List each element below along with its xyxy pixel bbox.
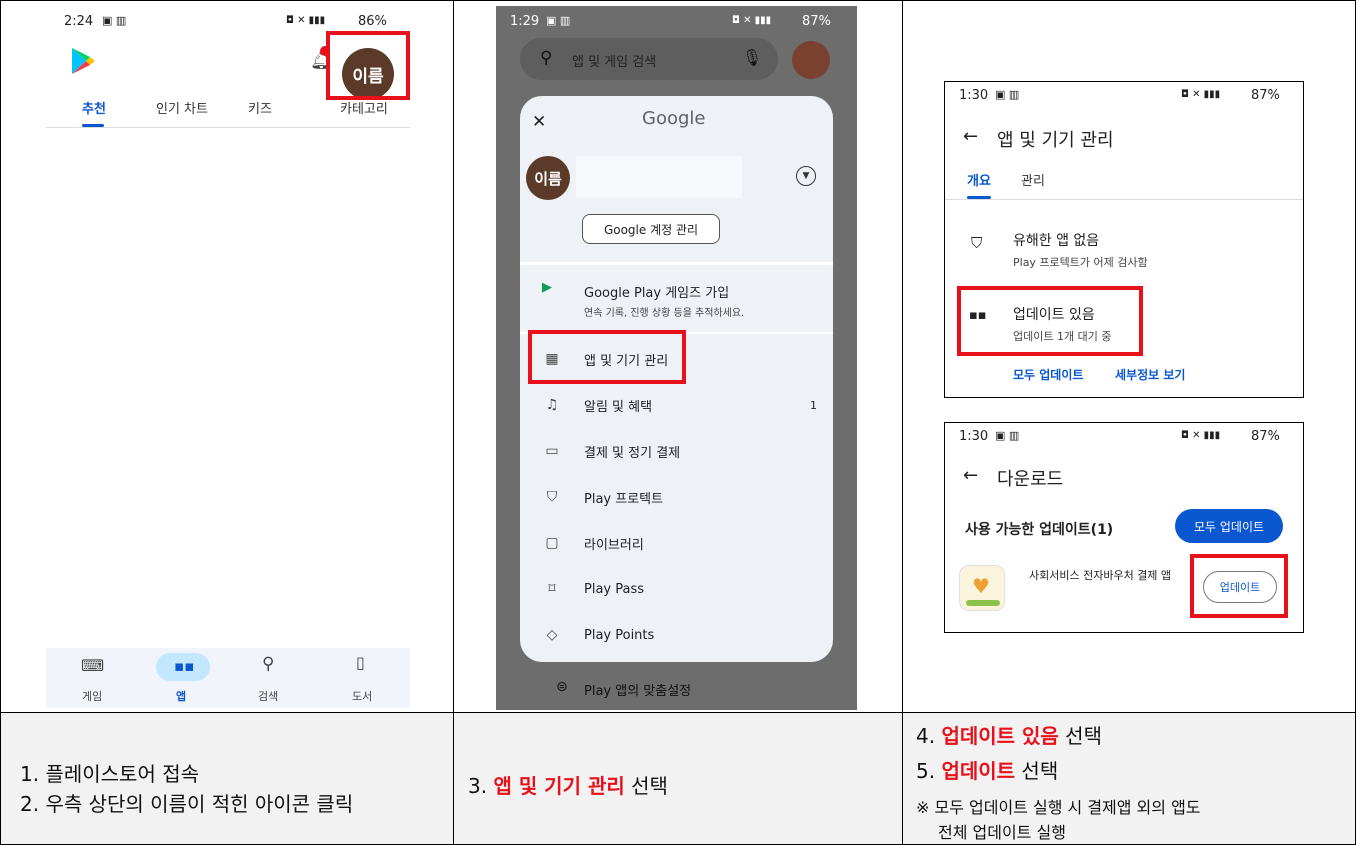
tab-divider [945, 199, 1303, 200]
notification-count: 1 [810, 398, 817, 412]
menu-item-payments[interactable]: ▭ 결제 및 정기 결제 [520, 428, 833, 474]
tab-categories[interactable]: 카테고리 [340, 98, 388, 117]
caption-step3: 3. 앱 및 기기 관리 선택 [468, 774, 668, 798]
caption-step3-highlight: 앱 및 기기 관리 [493, 774, 625, 798]
caption-note-line2: 전체 업데이트 실행 [938, 823, 1066, 842]
play-store-logo-icon [72, 48, 95, 74]
caption-step5-highlight: 업데이트 [941, 759, 1016, 783]
search-icon[interactable]: ⚲ [262, 654, 274, 674]
available-updates-label: 사용 가능한 업데이트(1) [965, 522, 1114, 538]
app-name: 사회서비스 전자바우처 결제 앱 [1029, 569, 1172, 582]
status-battery: 86% [358, 14, 387, 29]
tab-recommended[interactable]: 추천 [82, 98, 106, 117]
menu-item-play-pass[interactable]: ⌑ Play Pass [520, 566, 833, 612]
search-icon: ⚲ [540, 48, 553, 68]
grass-icon [966, 600, 1000, 606]
shield-icon: ⛉ [546, 489, 558, 505]
books-icon[interactable]: ▯ [356, 653, 365, 672]
menu-item-play-points[interactable]: ◇ Play Points [520, 612, 833, 658]
grid-left [0, 0, 1, 845]
highlight-manage-apps [528, 330, 686, 384]
protect-subtitle: Play 프로텍트가 어제 검사함 [1013, 256, 1148, 269]
games-icon[interactable]: ⌨ [81, 656, 104, 675]
tab-divider [46, 127, 410, 128]
status-icons-right: ◘ ✕ ▮▮▮ [286, 15, 326, 26]
folder-icon: ▢ [545, 535, 559, 551]
status-icons-right: ◘ ✕ ▮▮▮ [1181, 89, 1221, 100]
status-icons-right: ◘ ✕ ▮▮▮ [732, 15, 772, 26]
highlight-avatar [326, 31, 410, 100]
status-icons-left: ▣ ▥ [995, 88, 1020, 101]
diamond-icon: ◇ [546, 627, 558, 643]
grid-row-divider [0, 712, 1356, 713]
mic-icon[interactable]: 🎙︎ [742, 48, 762, 67]
back-arrow-icon[interactable]: ← [963, 465, 978, 486]
games-title[interactable]: Google Play 게임즈 가입 [584, 282, 729, 301]
tab-kids[interactable]: 키즈 [248, 98, 272, 117]
page-title: 앱 및 기기 관리 [997, 130, 1114, 151]
caption-step1: 1. 플레이스토어 접속 [20, 762, 199, 786]
caption-step5: 5. 업데이트 선택 [916, 759, 1059, 783]
back-arrow-icon[interactable]: ← [963, 126, 978, 147]
sheet-title: Google [642, 108, 706, 129]
status-battery: 87% [802, 14, 831, 29]
grid-col1 [453, 0, 454, 845]
caption-step4: 4. 업데이트 있음 선택 [916, 724, 1102, 748]
menu-list: ▦ 앱 및 기기 관리 ♫ 알림 및 혜택 1 ▭ 결제 및 정기 결제 ⛉ Play 프… [520, 336, 833, 658]
status-time: 1:30 [959, 88, 989, 103]
shield-icon: ⛉ [971, 234, 983, 252]
tab-manage[interactable]: 관리 [1021, 170, 1045, 189]
status-time: 1:30 [959, 429, 989, 444]
update-all-button[interactable]: 모두 업데이트 [1175, 509, 1283, 543]
status-time: 1:29 [510, 14, 540, 29]
grid-col2 [902, 0, 903, 845]
ticket-icon: ⌑ [548, 581, 556, 597]
bell-icon: ♫ [545, 397, 559, 413]
status-icons-left: ▣ ▥ [102, 14, 127, 27]
caption-step2: 2. 우측 상단의 이름이 적힌 아이콘 클릭 [20, 792, 354, 816]
avatar-small[interactable] [792, 41, 830, 79]
account-name-blank [576, 156, 742, 198]
account-avatar[interactable]: 이름 [526, 156, 570, 200]
menu-item-library[interactable]: ▢ 라이브러리 [520, 520, 833, 566]
nav-apps-label[interactable]: 앱 [176, 688, 186, 704]
details-link[interactable]: 세부정보 보기 [1115, 366, 1185, 383]
status-icons-left: ▣ ▥ [546, 14, 571, 27]
status-battery: 87% [1251, 429, 1280, 444]
status-icons-left: ▣ ▥ [995, 429, 1020, 442]
nav-books-label[interactable]: 도서 [352, 688, 372, 704]
card-icon: ▭ [545, 443, 559, 459]
tab-overview[interactable]: 개요 [967, 170, 991, 189]
menu-item-play-protect[interactable]: ⛉ Play 프로텍트 [520, 474, 833, 520]
section-divider [520, 262, 833, 265]
search-placeholder: 앱 및 게임 검색 [572, 55, 657, 70]
grid-top [0, 0, 1356, 1]
status-icons-right: ◘ ✕ ▮▮▮ [1181, 430, 1221, 441]
manage-account-button[interactable]: Google 계정 관리 [582, 214, 720, 244]
tab-top-charts[interactable]: 인기 차트 [156, 98, 208, 117]
play-games-icon: ▶ [542, 280, 552, 295]
update-all-link[interactable]: 모두 업데이트 [1013, 366, 1083, 383]
personalize-icon: ⊜ [556, 679, 568, 695]
protect-title[interactable]: 유해한 앱 없음 [1013, 230, 1099, 250]
page-title: 다운로드 [997, 469, 1064, 490]
heart-icon: ♥ [972, 574, 990, 598]
expand-icon[interactable]: ▼ [796, 166, 816, 186]
panel1-screen: 2:24 ▣ ▥ ◘ ✕ ▮▮▮ 86% 🔔︎ 이름 추천 인기 차트 키즈 카… [46, 8, 410, 708]
personalize-label[interactable]: Play 앱의 맞춤설정 [584, 680, 691, 699]
caption-row-bg [0, 712, 1356, 845]
nav-games-label[interactable]: 게임 [82, 688, 102, 704]
close-icon[interactable]: ✕ [532, 112, 546, 132]
apps-icon: ▪▪ [174, 657, 195, 675]
caption-note-line1: ※ 모두 업데이트 실행 시 결제앱 외의 앱도 [916, 798, 1201, 817]
status-battery: 87% [1251, 88, 1280, 103]
games-subtitle: 연속 기록, 진행 상황 등을 추적하세요. [584, 308, 745, 319]
nav-search-label[interactable]: 검색 [258, 688, 278, 704]
app-icon: ♥ [959, 565, 1005, 611]
status-time: 2:24 [64, 14, 94, 29]
menu-item-notifications[interactable]: ♫ 알림 및 혜택 1 [520, 382, 833, 428]
caption-step4-highlight: 업데이트 있음 [941, 724, 1059, 748]
highlight-update-button [1190, 554, 1288, 618]
highlight-updates-available [957, 286, 1143, 356]
